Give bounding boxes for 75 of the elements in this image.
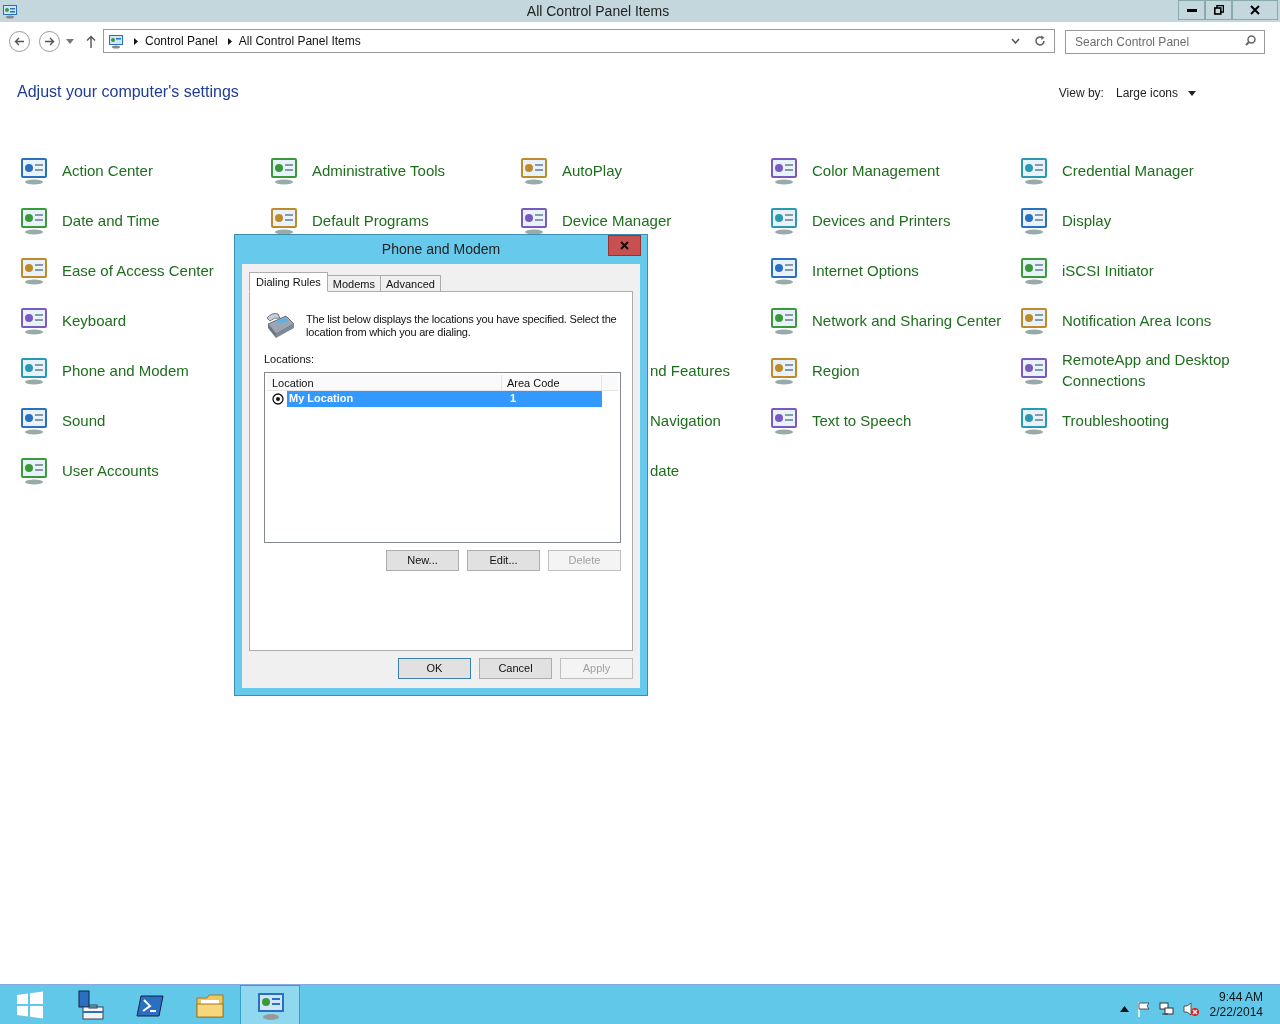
caret-icon bbox=[66, 38, 74, 44]
breadcrumb-link[interactable]: Control Panel bbox=[145, 32, 218, 50]
control-panel-item[interactable]: Credential Manager bbox=[1018, 145, 1268, 195]
close-button[interactable] bbox=[1232, 0, 1278, 20]
column-header[interactable]: Location bbox=[267, 374, 502, 390]
view-by-label: View by: bbox=[1058, 85, 1104, 102]
up-button[interactable] bbox=[85, 34, 97, 48]
control-panel-item[interactable]: User Accounts bbox=[18, 445, 268, 495]
search-field[interactable]: Search Control Panel bbox=[1065, 30, 1265, 54]
history-dropdown[interactable] bbox=[65, 36, 75, 46]
close-icon bbox=[620, 241, 629, 250]
control-panel-item[interactable]: Device Manager bbox=[518, 195, 768, 245]
control-panel-item[interactable]: Sound bbox=[18, 395, 268, 445]
network-icon[interactable] bbox=[1158, 1000, 1175, 1017]
control-panel-item[interactable]: Action Center bbox=[18, 145, 268, 195]
clock-time[interactable]: 9:44 AM bbox=[1218, 989, 1263, 1005]
server-toolbox-icon bbox=[75, 989, 105, 1020]
control-panel-icon bbox=[108, 33, 124, 49]
clock-date[interactable]: 2/22/2014 bbox=[1209, 1004, 1263, 1020]
dialog-button[interactable]: New... bbox=[386, 549, 459, 571]
locations-label: Locations: bbox=[264, 352, 316, 367]
dialog-tab[interactable]: Dialing Rules bbox=[249, 272, 328, 292]
control-panel-item[interactable]: Notification Area Icons bbox=[1018, 295, 1268, 345]
dialog-title: Phone and Modem bbox=[381, 240, 501, 259]
control-panel-item[interactable]: Administrative Tools bbox=[268, 145, 518, 195]
control-panel-item[interactable]: Internet Options bbox=[768, 245, 1018, 295]
table-cell-text: 1 bbox=[509, 391, 517, 407]
control-panel-item[interactable]: AutoPlay bbox=[518, 145, 768, 195]
control-panel-item[interactable]: Text to Speech bbox=[768, 395, 1018, 445]
tray-up-arrow-icon[interactable] bbox=[1119, 1005, 1129, 1012]
taskbar-button[interactable] bbox=[240, 984, 300, 1024]
dialog-button[interactable]: Cancel bbox=[479, 658, 552, 679]
current-location-icon bbox=[272, 392, 284, 405]
control-panel-item[interactable]: Troubleshooting bbox=[1018, 395, 1268, 445]
partly-hidden-item[interactable]: nd Features bbox=[650, 359, 731, 381]
dialog-description: The list below displays the locations you have specified. Select the location from which you are dialing. bbox=[306, 313, 618, 339]
window-title: All Control Panel Items bbox=[525, 1, 671, 21]
control-panel-item[interactable]: Display bbox=[1018, 195, 1268, 245]
dialog-button[interactable]: OK bbox=[398, 658, 471, 679]
address-bar[interactable]: Control Panel All Control Panel Items bbox=[103, 29, 1055, 53]
control-panel-item[interactable]: Color Management bbox=[768, 145, 1018, 195]
chevron-right-icon[interactable] bbox=[227, 37, 232, 45]
control-panel-item[interactable]: Network and Sharing Center bbox=[768, 295, 1018, 345]
minimize-icon bbox=[1186, 8, 1197, 12]
start-icon bbox=[15, 989, 45, 1020]
control-panel-item[interactable]: Devices and Printers bbox=[768, 195, 1018, 245]
close-icon bbox=[1250, 5, 1260, 15]
control-panel-icon bbox=[2, 3, 18, 19]
control-panel-item[interactable]: RemoteApp and Desktop Connections bbox=[1018, 345, 1268, 395]
breadcrumb-link[interactable]: All Control Panel Items bbox=[238, 32, 361, 50]
chevron-right-icon[interactable] bbox=[134, 37, 138, 45]
up-arrow-icon bbox=[86, 34, 96, 48]
control-panel-item[interactable]: Date and Time bbox=[18, 195, 268, 245]
flag-icon[interactable] bbox=[1136, 1000, 1151, 1017]
search-icon bbox=[1245, 35, 1256, 46]
page-heading: Adjust your computer's settings bbox=[17, 82, 239, 102]
partly-hidden-item[interactable]: date bbox=[650, 459, 680, 481]
back-arrow-icon bbox=[14, 36, 25, 46]
speaker-muted-icon[interactable] bbox=[1182, 1000, 1200, 1017]
caret-icon bbox=[1188, 90, 1196, 96]
view-by-dropdown[interactable]: Large icons bbox=[1115, 84, 1196, 102]
restore-button[interactable] bbox=[1205, 0, 1232, 20]
column-header[interactable]: Area Code bbox=[502, 374, 602, 390]
refresh-icon[interactable] bbox=[1034, 35, 1046, 47]
table-cell-text: My Location bbox=[288, 391, 355, 407]
restore-icon bbox=[1213, 5, 1224, 15]
control-panel-item[interactable]: Region bbox=[768, 345, 1018, 395]
chevron-down-icon[interactable] bbox=[1011, 38, 1020, 44]
minimize-button[interactable] bbox=[1178, 0, 1205, 20]
telephone-icon bbox=[264, 310, 296, 338]
control-panel-item[interactable]: Keyboard bbox=[18, 295, 268, 345]
partly-hidden-item[interactable]: Navigation bbox=[650, 409, 721, 431]
control-panel-item[interactable]: iSCSI Initiator bbox=[1018, 245, 1268, 295]
dialog-button[interactable]: Edit... bbox=[467, 549, 540, 571]
forward-arrow-icon bbox=[44, 36, 55, 46]
